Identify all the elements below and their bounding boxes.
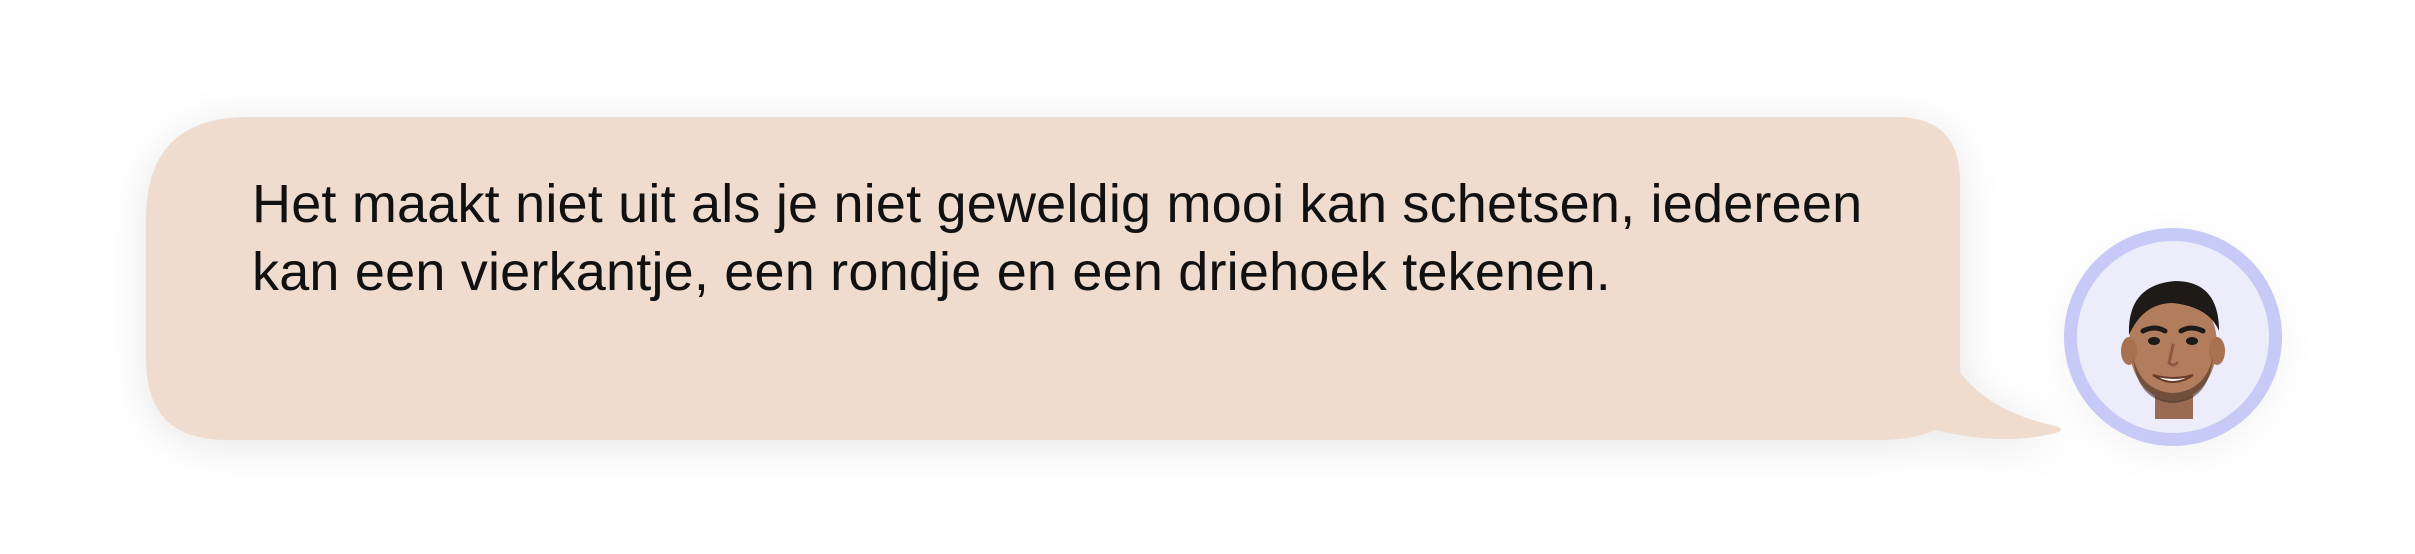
message-text: Het maakt niet uit als je niet geweldig … xyxy=(252,174,1863,302)
person-face-icon xyxy=(2121,281,2225,419)
avatar-background xyxy=(2077,241,2269,433)
avatar xyxy=(2064,228,2282,446)
chat-scene: Het maakt niet uit als je niet geweldig … xyxy=(0,0,2415,554)
